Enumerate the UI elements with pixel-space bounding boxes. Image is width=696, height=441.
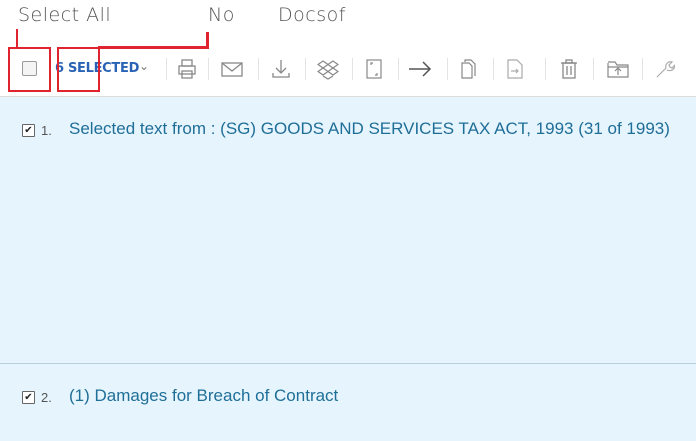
toolbar-divider <box>166 58 167 80</box>
result-checkbox[interactable]: ✔ <box>22 124 35 137</box>
no-docsof-callout-line <box>98 46 209 49</box>
toolbar-divider <box>398 58 399 80</box>
export-doc-icon[interactable] <box>361 56 387 82</box>
print-icon[interactable] <box>174 56 200 82</box>
toolbar-divider <box>642 58 643 80</box>
copy-icon[interactable] <box>456 56 482 82</box>
send-to-icon[interactable] <box>407 56 433 82</box>
toolbar-divider <box>305 58 306 80</box>
chevron-down-icon[interactable]: ⌄ <box>139 59 149 73</box>
toolbar-divider <box>593 58 594 80</box>
no-docsof-callout-box <box>57 47 100 92</box>
toolbar-divider <box>545 58 546 80</box>
move-doc-icon[interactable] <box>502 56 528 82</box>
toolbar-divider <box>352 58 353 80</box>
select-all-annotation: Select All <box>18 4 112 26</box>
email-icon[interactable] <box>219 56 245 82</box>
result-number: 1. <box>41 123 52 138</box>
result-title-link[interactable]: (1) Damages for Breach of Contract <box>69 386 338 406</box>
dropbox-icon[interactable] <box>315 56 341 82</box>
list-item: ✔ 1. Selected text from : (SG) GOODS AND… <box>0 97 696 364</box>
docsof-annotation: Docsof <box>278 4 346 26</box>
toolbar-divider <box>493 58 494 80</box>
select-all-callout-box <box>8 47 51 92</box>
select-all-callout-line <box>16 29 18 47</box>
result-title-link[interactable]: Selected text from : (SG) GOODS AND SERV… <box>69 119 670 139</box>
toolbar-divider <box>208 58 209 80</box>
toolbar-divider <box>447 58 448 80</box>
delete-icon[interactable] <box>556 56 582 82</box>
result-number: 2. <box>41 390 52 405</box>
save-to-folder-icon[interactable] <box>605 56 631 82</box>
list-item: ✔ 2. (1) Damages for Breach of Contract <box>0 364 696 441</box>
download-icon[interactable] <box>268 56 294 82</box>
toolbar: 6 SELECTED ⌄ <box>0 46 696 97</box>
tools-icon[interactable] <box>651 56 677 82</box>
no-annotation: No <box>208 4 235 26</box>
toolbar-divider <box>258 58 259 80</box>
result-checkbox[interactable]: ✔ <box>22 391 35 404</box>
